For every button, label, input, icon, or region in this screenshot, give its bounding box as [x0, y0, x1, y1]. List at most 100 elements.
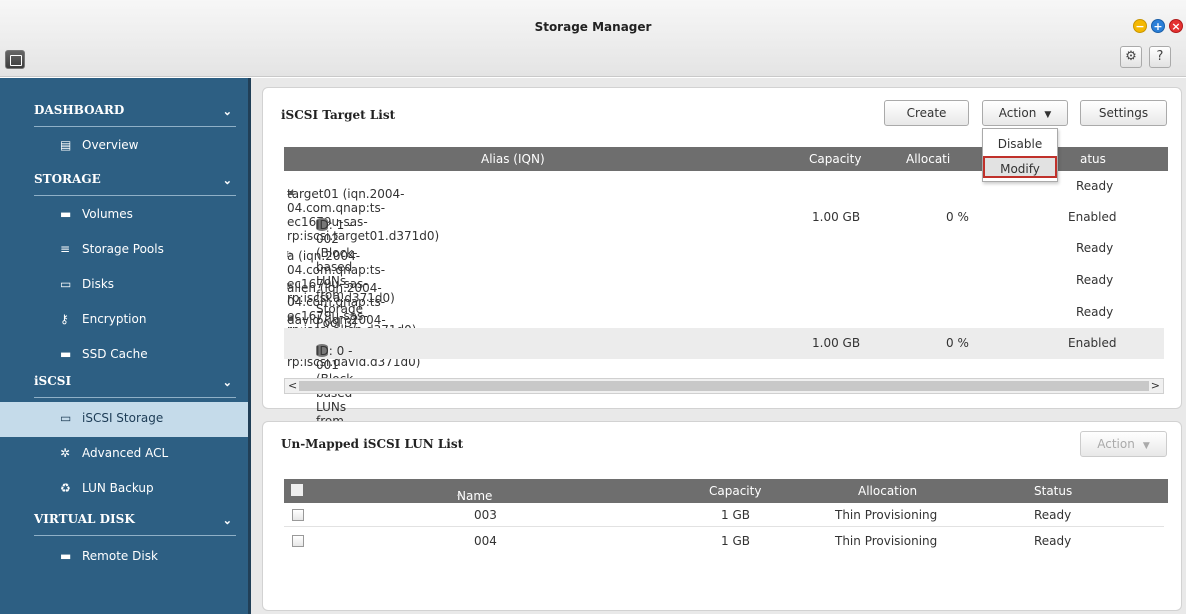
chevron-down-icon: ⌄ — [222, 174, 232, 187]
sidebar-item-volumes[interactable]: ▬ Volumes — [0, 198, 248, 233]
column-header-capacity[interactable]: Capacity — [709, 484, 761, 498]
chevron-down-icon: ⌄ — [222, 376, 232, 389]
sidebar-section-dashboard[interactable]: DASHBOARD ⌄ — [34, 103, 236, 127]
action-label: Action — [1097, 437, 1135, 451]
column-header-name-label: Name — [457, 489, 493, 503]
table-row[interactable]: 004 1 GB Thin Provisioning Ready — [284, 529, 1164, 553]
row-checkbox[interactable] — [292, 535, 304, 547]
row-status: Ready — [1034, 508, 1072, 522]
table-row[interactable]: ▷ a (iqn.2004-04.com.qnap:ts-ec1679u-sas-… — [284, 233, 1164, 305]
sidebar-item-label: Volumes — [82, 207, 133, 221]
column-header-status[interactable]: atus — [1080, 152, 1106, 166]
key-icon: ⚷ — [60, 312, 69, 326]
sidebar-item-label: Storage Pools — [82, 242, 164, 256]
scrollbar-thumb[interactable] — [299, 381, 1149, 391]
row-status: Ready — [1076, 241, 1114, 255]
table-row[interactable]: ID: 1 - 002 (Block-based LUNs from Stora… — [284, 202, 1164, 330]
close-icon[interactable]: × — [1169, 19, 1183, 33]
sidebar-item-label: Overview — [82, 138, 139, 152]
sidebar-item-storage-pools[interactable]: ≡ Storage Pools — [0, 233, 248, 268]
table-row[interactable]: ▷ allen (iqn.2004-04.com.qnap:ts-ec1679u-… — [284, 265, 1164, 337]
sidebar-item-label: Advanced ACL — [82, 446, 169, 460]
sidebar-item-label: Remote Disk — [82, 549, 158, 563]
row-allocation: Thin Provisioning — [835, 534, 938, 548]
row-capacity: 1.00 GB — [812, 210, 861, 224]
sidebar-section-iscsi[interactable]: iSCSI ⌄ — [34, 374, 236, 398]
scroll-right-icon[interactable]: > — [1151, 379, 1160, 392]
storage-pool-icon: ≡ — [60, 242, 71, 256]
select-all-checkbox[interactable] — [291, 484, 303, 496]
panel-title: iSCSI Target List — [281, 108, 396, 122]
table-row[interactable]: 003 1 GB Thin Provisioning Ready — [284, 503, 1164, 527]
section-label: STORAGE — [34, 172, 101, 186]
create-button[interactable]: Create — [884, 100, 969, 126]
row-capacity: 1.00 GB — [812, 336, 861, 350]
sidebar-item-advanced-acl[interactable]: ✲ Advanced ACL — [0, 437, 248, 472]
column-header-status[interactable]: Status — [1034, 484, 1072, 498]
sidebar-item-iscsi-storage[interactable]: ▭ iSCSI Storage — [0, 402, 248, 437]
maximize-icon[interactable]: + — [1151, 19, 1165, 33]
caret-down-icon: ▼ — [1044, 110, 1052, 120]
settings-button[interactable]: Settings — [1080, 100, 1167, 126]
sidebar-section-storage[interactable]: STORAGE ⌄ — [34, 172, 236, 196]
gear-icon[interactable]: ⚙ — [1120, 46, 1142, 68]
title-bar: Storage Manager − + × ⚙ ? — [0, 0, 1186, 77]
row-status: Ready — [1076, 179, 1114, 193]
sidebar-item-label: SSD Cache — [82, 347, 148, 361]
row-allocation: Thin Provisioning — [835, 508, 938, 522]
row-status: Enabled — [1068, 210, 1117, 224]
action-button[interactable]: Action ▼ — [982, 100, 1068, 126]
disk-icon: ▭ — [60, 277, 72, 291]
backup-icon: ♻ — [60, 481, 71, 495]
minimize-icon[interactable]: − — [1133, 19, 1147, 33]
column-header-allocation[interactable]: Allocation — [858, 484, 917, 498]
sidebar-item-label: iSCSI Storage — [82, 411, 164, 425]
sidebar-item-label: Disks — [82, 277, 115, 291]
table-row[interactable]: ID: 0 - 001 (Block-based LUNs from Stora… — [284, 328, 1164, 456]
row-capacity: 1 GB — [721, 508, 750, 522]
sidebar-item-remote-disk[interactable]: ▬ Remote Disk — [0, 540, 248, 575]
window-title: Storage Manager — [534, 20, 652, 34]
help-button[interactable]: ? — [1149, 46, 1171, 68]
volume-icon: ▬ — [60, 207, 72, 221]
row-status: Ready — [1076, 305, 1114, 319]
row-capacity: 1 GB — [721, 534, 750, 548]
lun-action-button[interactable]: Action ▼ — [1080, 431, 1167, 457]
sidebar-toggle-button[interactable] — [5, 50, 25, 69]
row-name: 004 — [474, 534, 497, 548]
overview-icon: ▤ — [60, 138, 72, 152]
horizontal-scrollbar[interactable]: < > — [284, 378, 1164, 394]
chevron-down-icon: ⌄ — [222, 105, 232, 118]
menu-item-disable[interactable]: Disable — [983, 133, 1057, 155]
ssd-icon: ▬ — [60, 347, 72, 361]
caret-down-icon: ▼ — [1142, 441, 1150, 451]
sidebar-item-lun-backup[interactable]: ♻ LUN Backup — [0, 472, 248, 507]
iscsi-icon: ▭ — [60, 411, 72, 425]
section-label: VIRTUAL DISK — [34, 512, 135, 526]
chevron-down-icon: ⌄ — [222, 514, 232, 527]
section-label: DASHBOARD — [34, 103, 125, 117]
row-status: Ready — [1076, 273, 1114, 287]
column-header-alias[interactable]: Alias (IQN) — [481, 152, 545, 166]
row-checkbox[interactable] — [292, 509, 304, 521]
row-name: 003 — [474, 508, 497, 522]
scroll-left-icon[interactable]: < — [288, 379, 297, 392]
column-header-capacity[interactable]: Capacity — [809, 152, 861, 166]
remote-disk-icon: ▬ — [60, 549, 72, 563]
sidebar-item-label: LUN Backup — [82, 481, 154, 495]
panel-title: Un-Mapped iSCSI LUN List — [281, 437, 464, 451]
menu-item-modify[interactable]: Modify — [983, 156, 1057, 178]
sort-icon: ▵ — [457, 489, 462, 498]
sidebar-item-encryption[interactable]: ⚷ Encryption — [0, 303, 248, 338]
column-header-allocation[interactable]: Allocati — [906, 152, 950, 166]
table-row[interactable]: ◢david (iqn.2004-04.com.qnap:ts-ec1679u-… — [284, 297, 1164, 369]
section-label: iSCSI — [34, 374, 72, 388]
sidebar-item-overview[interactable]: ▤ Overview — [0, 129, 248, 164]
sidebar-item-ssd-cache[interactable]: ▬ SSD Cache — [0, 338, 248, 373]
row-status: Ready — [1034, 534, 1072, 548]
row-allocation: 0 % — [946, 336, 969, 350]
sidebar-item-disks[interactable]: ▭ Disks — [0, 268, 248, 303]
sidebar-item-label: Encryption — [82, 312, 147, 326]
lun-table-header: Name ▵ Capacity Allocation Status — [284, 479, 1168, 503]
sidebar-section-virtual-disk[interactable]: VIRTUAL DISK ⌄ — [34, 512, 236, 536]
